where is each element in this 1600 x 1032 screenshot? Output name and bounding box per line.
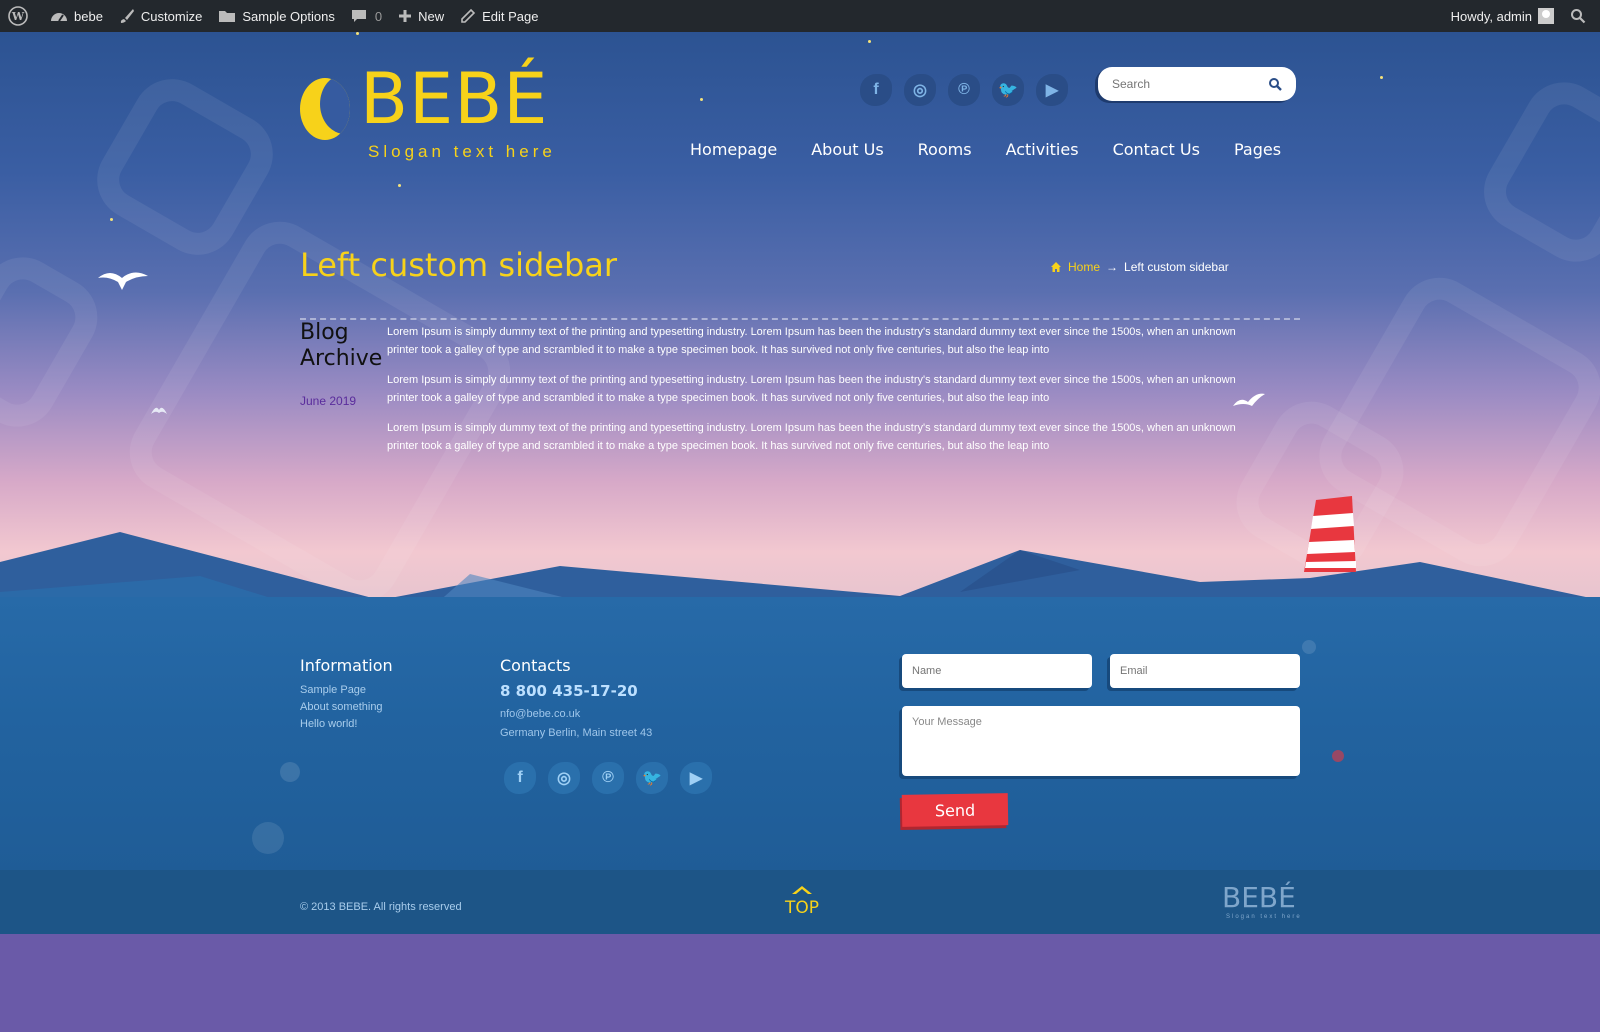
main-navigation: Homepage About Us Rooms Activities Conta…: [690, 140, 1281, 159]
nav-contact-us[interactable]: Contact Us: [1113, 140, 1200, 159]
youtube-icon[interactable]: ▶: [1036, 74, 1068, 106]
sample-options-link[interactable]: Sample Options: [210, 0, 343, 32]
my-account-menu[interactable]: Howdy, admin: [1443, 0, 1562, 32]
breadcrumb-current: Left custom sidebar: [1124, 260, 1229, 274]
comment-icon: [351, 10, 366, 22]
nav-rooms[interactable]: Rooms: [918, 140, 972, 159]
sample-options-label: Sample Options: [242, 8, 335, 24]
pinterest-icon[interactable]: ℗: [948, 74, 980, 106]
content-paragraph: Lorem Ipsum is simply dummy text of the …: [387, 374, 1236, 404]
wordpress-logo-icon[interactable]: W: [0, 0, 42, 32]
bubble-decoration: [1302, 640, 1316, 654]
content-divider: [300, 318, 1300, 320]
customize-link[interactable]: Customize: [111, 0, 210, 32]
message-field[interactable]: Your Message: [902, 706, 1300, 776]
avatar: [1538, 8, 1554, 24]
back-to-top-button[interactable]: TOP: [780, 882, 824, 918]
breadcrumb: Home → Left custom sidebar: [1050, 260, 1229, 274]
new-label: New: [418, 8, 445, 24]
plus-icon: [399, 10, 412, 22]
footer-social-links: f ◎ ℗ 🐦 ▶: [504, 762, 712, 794]
paintbrush-icon: [120, 9, 134, 23]
nav-about-us[interactable]: About Us: [811, 140, 883, 159]
site-slogan: Slogan text here: [368, 142, 556, 161]
site-name-label: bebe: [74, 8, 103, 24]
twitter-icon[interactable]: 🐦: [636, 762, 668, 794]
pencil-icon: [461, 8, 476, 23]
instagram-icon[interactable]: ◎: [548, 762, 580, 794]
header-social-links: f ◎ ℗ 🐦 ▶: [860, 74, 1068, 106]
admin-search-button[interactable]: [1562, 0, 1600, 32]
seagull-icon: [98, 272, 148, 290]
search-form: [1098, 67, 1296, 101]
copyright-text: © 2013 BEBE. All rights reserved: [300, 901, 462, 913]
facebook-icon[interactable]: f: [504, 762, 536, 794]
content-paragraph: Lorem Ipsum is simply dummy text of the …: [387, 326, 1236, 356]
chevron-up-icon: [792, 886, 812, 894]
footer-logo[interactable]: BEBÉ: [1222, 884, 1296, 912]
comments-count: 0: [374, 8, 383, 24]
youtube-icon[interactable]: ▶: [680, 762, 712, 794]
footer-logo-slogan: Slogan text here: [1226, 914, 1302, 920]
search-input[interactable]: [1112, 77, 1262, 91]
bubble-decoration: [280, 762, 300, 782]
home-icon: [1051, 262, 1061, 272]
pinterest-icon[interactable]: ℗: [592, 762, 624, 794]
instagram-icon[interactable]: ◎: [904, 74, 936, 106]
sidebar-widget-title: Blog Archive: [300, 320, 383, 371]
breadcrumb-home[interactable]: Home: [1068, 260, 1100, 274]
nav-activities[interactable]: Activities: [1006, 140, 1079, 159]
dashboard-icon: [51, 13, 67, 22]
howdy-label: Howdy, admin: [1450, 8, 1532, 24]
footer-link[interactable]: Hello world!: [300, 718, 357, 730]
nav-pages[interactable]: Pages: [1234, 140, 1281, 159]
swirl-decoration: [1469, 67, 1600, 277]
archive-link[interactable]: June 2019: [300, 394, 356, 408]
star-decoration: [110, 218, 113, 221]
star-decoration: [700, 98, 703, 101]
contact-phone: 8 800 435-17-20: [500, 682, 638, 700]
logo-text: BEBÉ: [360, 58, 549, 140]
admin-bar: W bebe Customize Sample Options 0 New Ed…: [0, 0, 1600, 32]
seagull-icon: [151, 407, 167, 414]
footer-link[interactable]: Sample Page: [300, 684, 366, 696]
page-scene: [0, 32, 1600, 934]
moon-icon: [300, 78, 350, 140]
page-title: Left custom sidebar: [300, 246, 618, 284]
edit-page-label: Edit Page: [482, 8, 539, 24]
page-content: Lorem Ipsum is simply dummy text of the …: [387, 323, 1267, 467]
footer-link[interactable]: About something: [300, 701, 383, 713]
customize-label: Customize: [140, 8, 203, 24]
email-field[interactable]: [1110, 654, 1300, 688]
twitter-icon[interactable]: 🐦: [992, 74, 1024, 106]
site-name-menu[interactable]: bebe: [42, 0, 111, 32]
name-field[interactable]: [902, 654, 1092, 688]
contact-address: Germany Berlin, Main street 43: [500, 727, 653, 739]
nav-homepage[interactable]: Homepage: [690, 140, 777, 159]
star-decoration: [1380, 76, 1383, 79]
folder-icon: [219, 11, 236, 22]
edit-page-link[interactable]: Edit Page: [452, 0, 546, 32]
content-paragraph: Lorem Ipsum is simply dummy text of the …: [387, 422, 1236, 452]
comments-link[interactable]: 0: [343, 0, 390, 32]
send-button[interactable]: Send: [901, 793, 1009, 827]
top-label: TOP: [784, 898, 820, 918]
bubble-decoration: [1332, 750, 1344, 762]
star-decoration: [398, 184, 401, 187]
facebook-icon[interactable]: f: [860, 74, 892, 106]
search-icon: [1571, 9, 1586, 24]
new-content-link[interactable]: New: [390, 0, 452, 32]
breadcrumb-separator: →: [1106, 260, 1119, 274]
search-icon[interactable]: [1268, 77, 1282, 91]
footer-contacts-title: Contacts: [500, 656, 571, 675]
footer-information-title: Information: [300, 656, 393, 675]
star-decoration: [356, 32, 359, 35]
star-decoration: [868, 40, 871, 43]
svg-text:W: W: [11, 10, 25, 23]
contact-email[interactable]: nfo@bebe.co.uk: [500, 708, 580, 720]
lighthouse-decoration: [1304, 496, 1356, 572]
bubble-decoration: [252, 822, 284, 854]
